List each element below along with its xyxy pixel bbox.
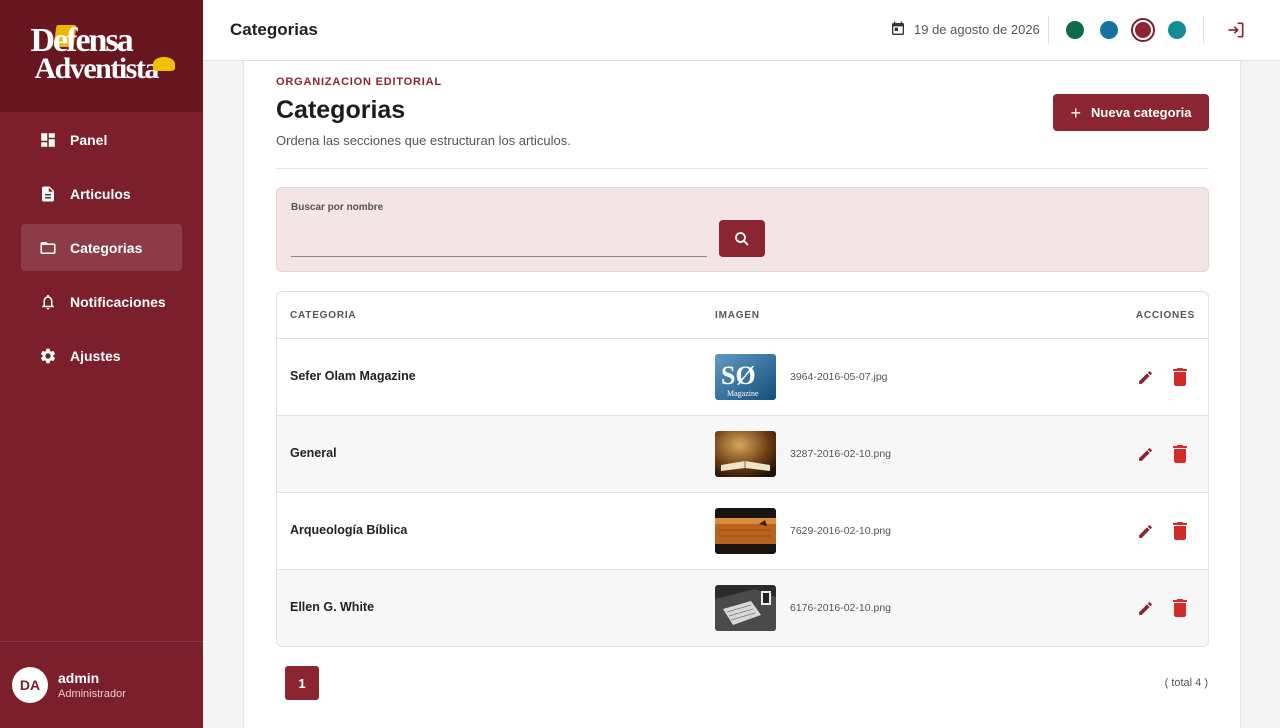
pencil-icon xyxy=(1139,602,1152,615)
pencil-icon xyxy=(1139,371,1152,384)
topbar-divider xyxy=(1203,16,1204,44)
svg-text:Magazine: Magazine xyxy=(727,389,759,398)
sidebar-item-notificaciones[interactable]: Notificaciones xyxy=(21,278,182,325)
sidebar-item-articulos[interactable]: Articulos xyxy=(21,170,182,217)
brand-logo[interactable]: Defensa Adventista xyxy=(27,23,177,89)
theme-swatch-teal[interactable] xyxy=(1168,21,1186,39)
document-icon xyxy=(42,186,54,201)
user-role: Administrador xyxy=(58,688,126,700)
page-title: Categorias xyxy=(276,96,406,124)
image-filename: 3287-2016-02-10.png xyxy=(790,448,892,460)
logo-torch xyxy=(152,57,175,71)
delete-button[interactable] xyxy=(1173,368,1187,386)
dashboard-icon xyxy=(41,132,55,147)
sidebar-item-label: Panel xyxy=(70,131,108,148)
category-thumbnail: SØ Magazine xyxy=(715,354,776,400)
date-text: 19 de agosto de 2026 xyxy=(914,21,1040,37)
delete-button[interactable] xyxy=(1173,599,1187,617)
search-input[interactable] xyxy=(291,224,707,257)
category-thumbnail xyxy=(715,585,776,631)
main-card: ORGANIZACION EDITORIAL Categorias Ordena… xyxy=(243,61,1241,728)
category-thumbnail xyxy=(715,431,776,477)
topbar: Categorias 19 de agosto de 2026 xyxy=(203,0,1280,61)
delete-button[interactable] xyxy=(1173,445,1187,463)
topbar-title: Categorias xyxy=(230,20,318,39)
gear-icon xyxy=(40,348,56,363)
image-filename: 3964-2016-05-07.jpg xyxy=(790,371,888,383)
theme-swatch-maroon[interactable] xyxy=(1131,18,1155,42)
user-profile[interactable]: DA admin Administrador xyxy=(0,641,203,728)
category-name: Ellen G. White xyxy=(290,600,375,614)
table-row: Sefer Olam Magazine SØ Magazine 3964-201… xyxy=(277,339,1208,416)
edit-button[interactable] xyxy=(1137,446,1154,463)
logo-area: Defensa Adventista xyxy=(0,0,203,112)
edit-button[interactable] xyxy=(1137,600,1154,617)
topbar-divider xyxy=(1048,16,1049,44)
sidebar-item-label: Categorias xyxy=(70,239,143,256)
open-bible-photo xyxy=(715,431,776,477)
table-row: Arqueología Bíblica 7629-2016-02-10.png xyxy=(277,493,1208,570)
pencil-icon xyxy=(1139,525,1152,538)
logo-line-2: Adventista xyxy=(34,52,160,85)
table-header: CATEGORIA IMAGEN ACCIONES xyxy=(277,292,1208,339)
sidebar-nav: Panel Articulos Categorias Notificacione… xyxy=(21,116,182,386)
avatar: DA xyxy=(12,667,48,703)
column-header-image[interactable]: IMAGEN xyxy=(715,310,760,321)
theme-swatch-green[interactable] xyxy=(1066,21,1084,39)
categories-table: CATEGORIA IMAGEN ACCIONES Sefer Olam Mag… xyxy=(276,291,1209,647)
image-filename: 7629-2016-02-10.png xyxy=(790,525,892,537)
page-eyebrow: ORGANIZACION EDITORIAL xyxy=(276,76,442,88)
delete-button[interactable] xyxy=(1173,522,1187,540)
user-info: admin Administrador xyxy=(58,670,126,700)
category-name: General xyxy=(290,446,337,460)
divider xyxy=(276,168,1209,169)
new-category-label: Nueva categoria xyxy=(1091,105,1192,120)
sidebar-item-categorias[interactable]: Categorias xyxy=(21,224,182,271)
trash-icon xyxy=(1173,445,1187,463)
logout-icon xyxy=(1228,22,1244,38)
ancient-artifact-photo xyxy=(715,508,776,554)
pagination-page-1[interactable]: 1 xyxy=(285,666,319,700)
column-header-category[interactable]: CATEGORIA xyxy=(290,310,356,321)
edit-button[interactable] xyxy=(1137,523,1154,540)
table-row: General 3287-2016-02-10.png xyxy=(277,416,1208,493)
svg-text:SØ: SØ xyxy=(721,361,756,390)
pencil-icon xyxy=(1139,448,1152,461)
logout-button[interactable] xyxy=(1226,20,1246,40)
category-name: Arqueología Bíblica xyxy=(290,523,408,537)
ellen-white-writing-photo xyxy=(715,585,776,631)
user-name: admin xyxy=(58,670,100,686)
table-row: Ellen G. White 6176-2016-02-10.png xyxy=(277,570,1208,646)
search-panel: Buscar por nombre xyxy=(276,187,1209,272)
current-date: 19 de agosto de 2026 xyxy=(890,21,1040,37)
sidebar-item-ajustes[interactable]: Ajustes xyxy=(21,332,182,379)
image-filename: 6176-2016-02-10.png xyxy=(790,602,892,614)
category-thumbnail xyxy=(715,508,776,554)
column-header-actions: ACCIONES xyxy=(1135,310,1195,321)
calendar-icon xyxy=(892,21,904,35)
plus-icon: + xyxy=(1070,102,1082,123)
trash-icon xyxy=(1173,599,1187,617)
sidebar: Defensa Adventista Panel Articulos Categ… xyxy=(0,0,203,728)
trash-icon xyxy=(1173,522,1187,540)
sidebar-item-panel[interactable]: Panel xyxy=(21,116,182,163)
folder-icon xyxy=(40,241,56,254)
sidebar-item-label: Ajustes xyxy=(70,347,121,364)
edit-button[interactable] xyxy=(1137,369,1154,386)
theme-swatch-blue[interactable] xyxy=(1100,21,1118,39)
total-count: ( total 4 ) xyxy=(1164,677,1208,689)
search-label: Buscar por nombre xyxy=(291,202,384,213)
sidebar-item-label: Notificaciones xyxy=(70,293,166,310)
page-description: Ordena las secciones que estructuran los… xyxy=(276,133,571,148)
bell-icon xyxy=(42,294,54,309)
trash-icon xyxy=(1173,368,1187,386)
search-icon xyxy=(735,231,749,246)
search-button[interactable] xyxy=(719,220,765,257)
category-name: Sefer Olam Magazine xyxy=(290,369,416,383)
new-category-button[interactable]: + Nueva categoria xyxy=(1053,94,1209,131)
sidebar-item-label: Articulos xyxy=(70,185,131,202)
sefer-olam-logo-image: SØ Magazine xyxy=(715,354,776,400)
